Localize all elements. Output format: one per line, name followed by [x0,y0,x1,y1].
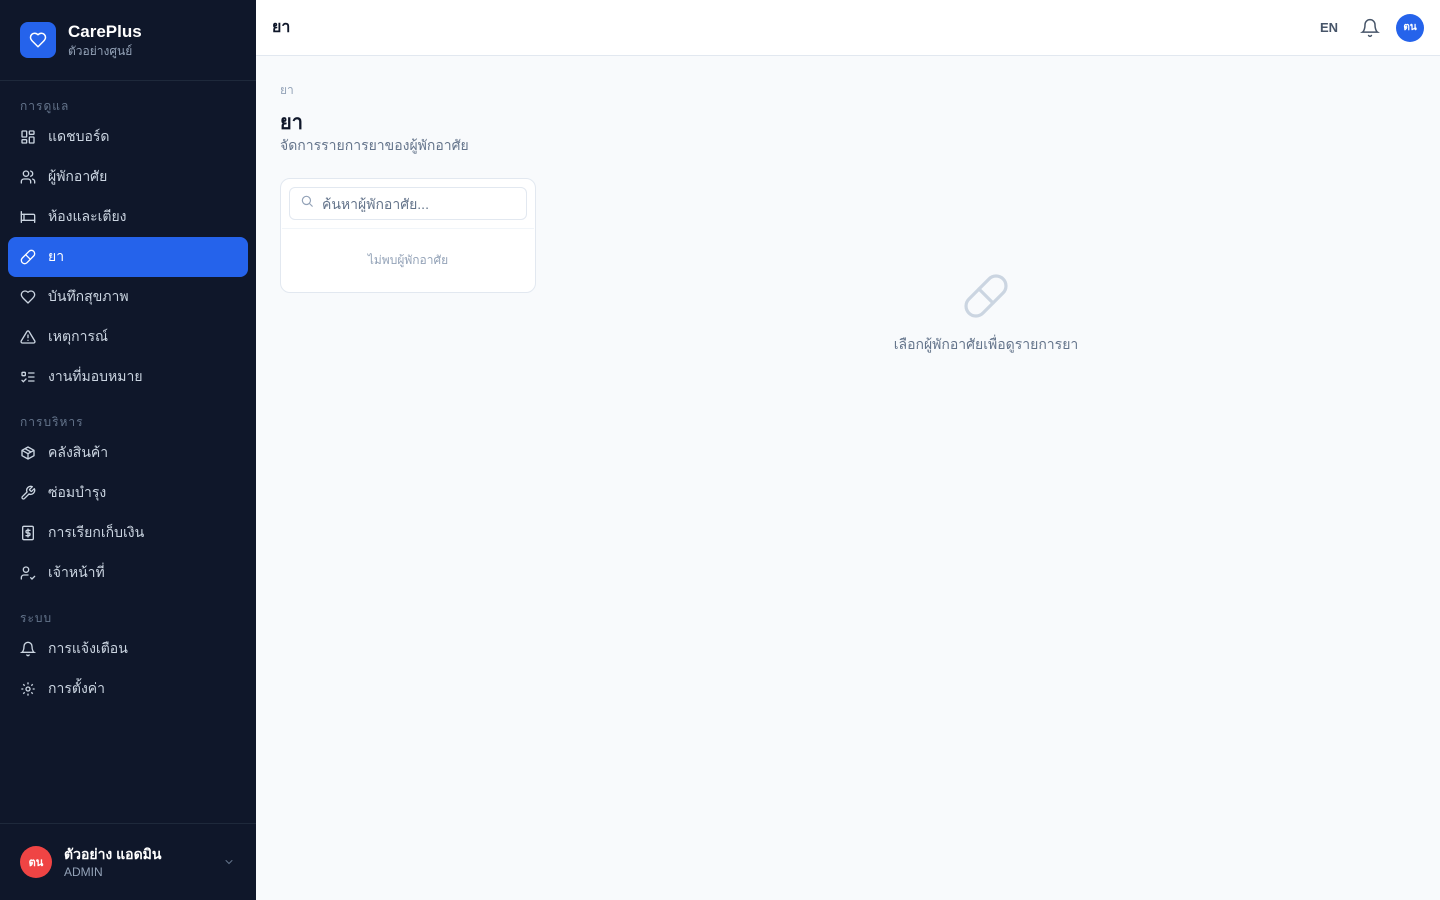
sidebar-item-label: คลังสินค้า [48,444,109,460]
sidebar: CarePlus ตัวอย่างศูนย์ การดูแล แดชบอร์ด … [0,0,256,900]
sidebar-item-label: เจ้าหน้าที่ [48,564,105,580]
warning-icon [20,329,36,345]
notifications-bell-icon[interactable] [1360,18,1380,38]
brand[interactable]: CarePlus ตัวอย่างศูนย์ [0,0,256,81]
bed-icon [20,209,36,225]
section-label-system: ระบบ [20,611,53,625]
sidebar-item-label: การแจ้งเตือน [48,640,128,656]
sidebar-item-label: แดชบอร์ด [48,128,110,144]
user-name: ตัวอย่าง แอดมิน [64,845,162,862]
sidebar-item-rooms[interactable]: ห้องและเตียง [8,197,248,237]
sidebar-item-label: ซ่อมบำรุง [48,484,107,500]
sidebar-item-dashboard[interactable]: แดชบอร์ด [8,117,248,157]
package-icon [20,445,36,461]
search-input[interactable] [322,195,512,212]
sidebar-item-residents[interactable]: ผู้พักอาศัย [8,157,248,197]
search-icon [300,194,314,213]
brand-subtitle: ตัวอย่างศูนย์ [68,43,133,58]
sidebar-item-health-records[interactable]: บันทึกสุขภาพ [8,277,248,317]
brand-name: CarePlus [68,21,142,41]
resident-list-panel: ไม่พบผู้พักอาศัย [280,178,536,293]
search-box [289,187,527,220]
heart-icon [20,289,36,305]
sidebar-item-label: บันทึกสุขภาพ [48,288,129,304]
sidebar-item-label: ยา [48,248,65,264]
language-toggle-button[interactable]: EN [1320,20,1338,35]
chevron-down-icon[interactable] [222,855,236,869]
sidebar-item-label: ห้องและเตียง [48,208,127,224]
sidebar-item-staff[interactable]: เจ้าหน้าที่ [8,553,248,593]
sidebar-item-label: การตั้งค่า [48,680,106,696]
breadcrumb[interactable]: ยา [280,81,294,100]
task-list-icon [20,369,36,385]
wrench-icon [20,485,36,501]
user-avatar-button[interactable]: ตน [1396,13,1424,42]
pill-icon [962,272,1010,320]
heart-logo-icon [20,22,56,58]
sidebar-item-incidents[interactable]: เหตุการณ์ [8,317,248,357]
sidebar-item-medications[interactable]: ยา [8,237,248,277]
topbar: ยา EN ตน [256,0,1440,56]
sidebar-item-billing[interactable]: การเรียกเก็บเงิน [8,513,248,553]
dashboard-icon [20,129,36,145]
empty-list-message: ไม่พบผู้พักอาศัย [367,253,449,267]
sidebar-item-settings[interactable]: การตั้งค่า [8,669,248,709]
page-header-title: ยา [272,19,291,36]
bell-icon [20,641,36,657]
divider [282,228,534,229]
sidebar-item-label: ผู้พักอาศัย [48,168,108,184]
user-role: ADMIN [64,864,103,879]
user-menu[interactable]: ตน ตัวอย่าง แอดมิน ADMIN [0,823,256,900]
page-title: ยา [280,112,303,134]
staff-icon [20,565,36,581]
sidebar-item-inventory[interactable]: คลังสินค้า [8,433,248,473]
users-icon [20,169,36,185]
sidebar-item-notifications[interactable]: การแจ้งเตือน [8,629,248,669]
section-label-management: การบริหาร [20,415,84,429]
sidebar-item-label: การเรียกเก็บเงิน [48,524,145,540]
billing-icon [20,525,36,541]
sidebar-item-label: เหตุการณ์ [48,328,108,344]
sidebar-item-label: งานที่มอบหมาย [48,368,143,384]
avatar: ตน [20,846,52,878]
page-subtitle: จัดการรายการยาของผู้พักอาศัย [280,137,469,153]
gear-icon [20,681,36,697]
medication-empty-state: เลือกผู้พักอาศัยเพื่อดูรายการยา [836,272,1136,356]
sidebar-item-maintenance[interactable]: ซ่อมบำรุง [8,473,248,513]
section-label-care: การดูแล [20,99,70,113]
sidebar-item-tasks[interactable]: งานที่มอบหมาย [8,357,248,397]
empty-state-message: เลือกผู้พักอาศัยเพื่อดูรายการยา [893,336,1079,352]
pill-icon [20,249,36,265]
